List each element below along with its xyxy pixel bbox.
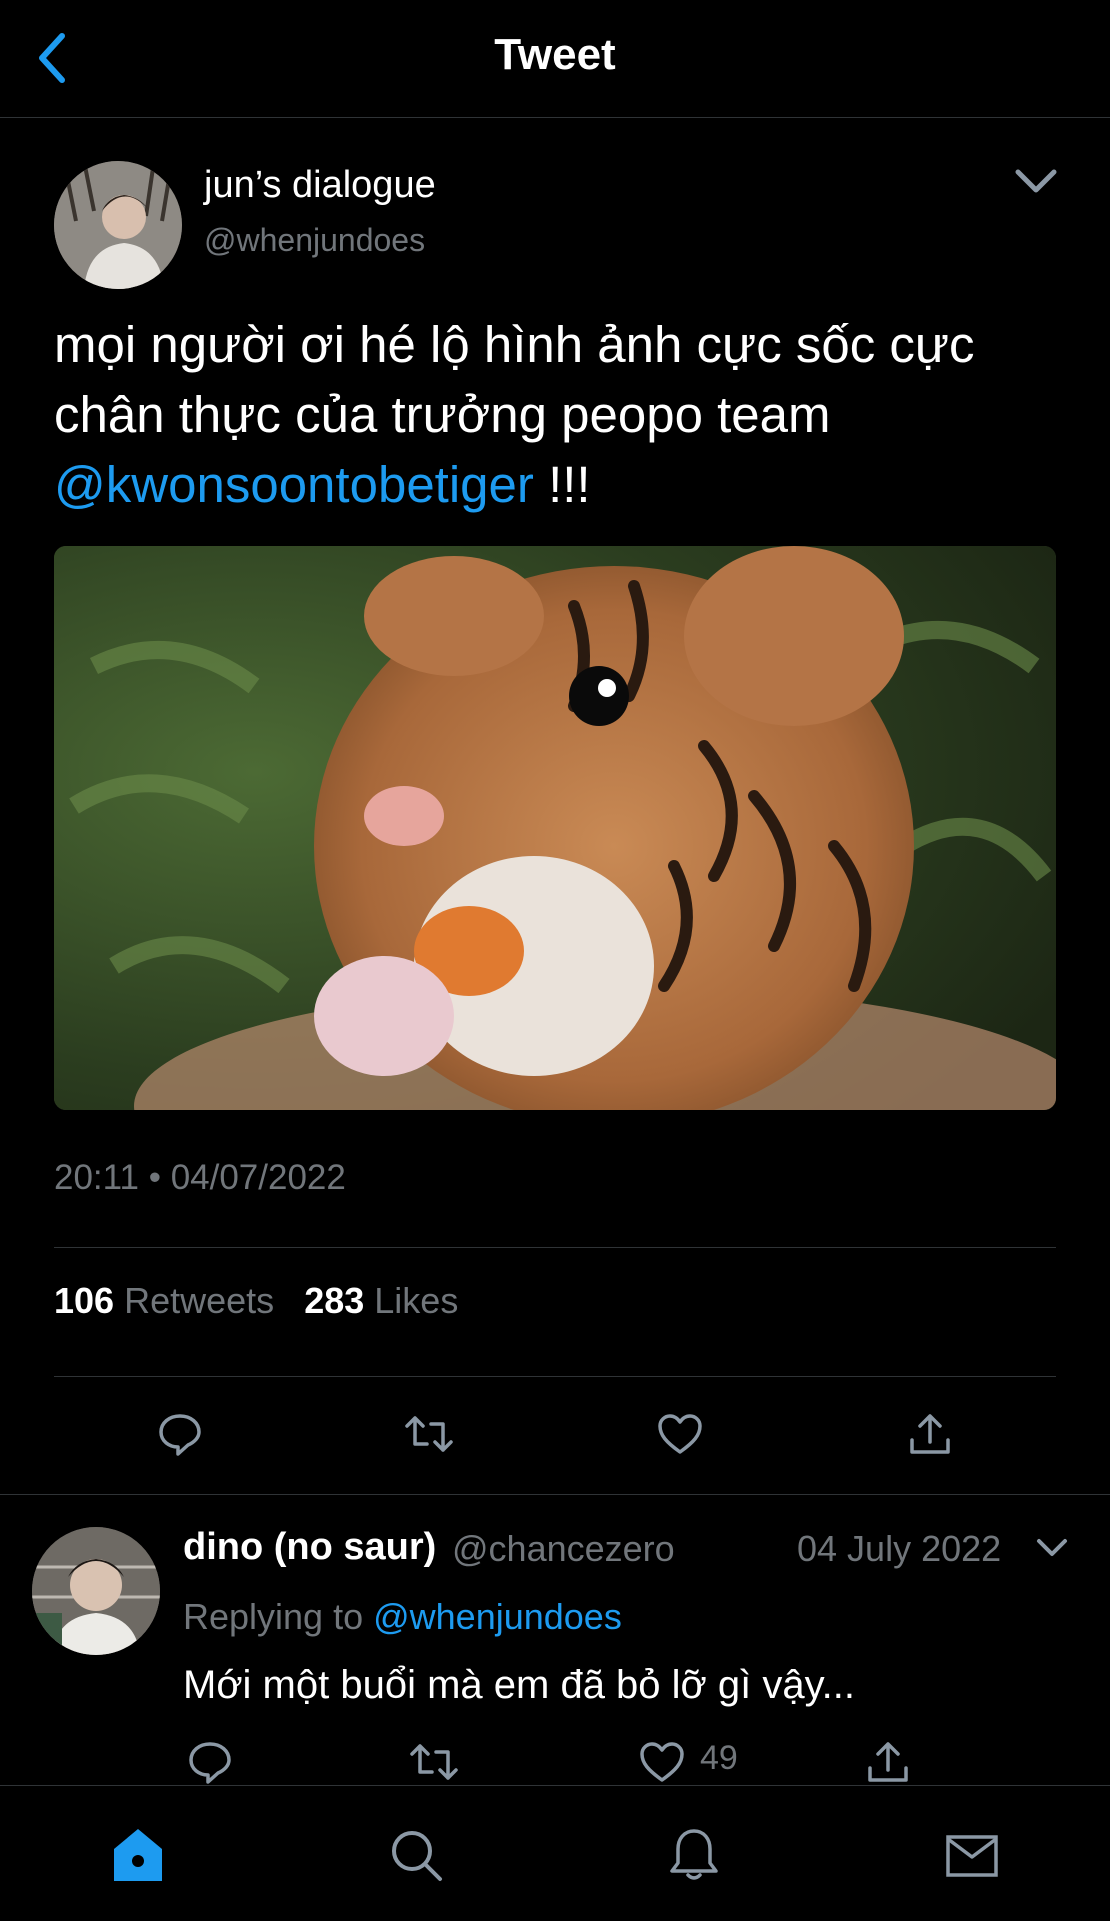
- replying-to: Replying to @whenjundoes: [183, 1596, 622, 1638]
- retweets-stat[interactable]: 106 Retweets: [54, 1280, 274, 1321]
- share-button[interactable]: [900, 1404, 960, 1464]
- reply-date[interactable]: 04 July 2022: [797, 1528, 1001, 1570]
- reply-like-count: 49: [700, 1739, 738, 1777]
- reply-author-name[interactable]: dino (no saur): [183, 1526, 436, 1569]
- like-icon: [658, 1414, 702, 1454]
- tweet-timestamp[interactable]: 20:11 • 04/07/2022: [54, 1158, 346, 1198]
- tweet-stats: 106 Retweets 283 Likes: [54, 1280, 458, 1322]
- tweet-options-button[interactable]: [1010, 160, 1062, 200]
- tweet-image[interactable]: [54, 546, 1056, 1110]
- share-icon: [868, 1742, 908, 1782]
- reply-text: Mới một buổi mà em đã bỏ lỡ gì vậy...: [183, 1663, 855, 1707]
- like-label: Likes: [374, 1280, 459, 1321]
- chevron-down-icon: [1037, 1539, 1067, 1556]
- tab-search[interactable]: [376, 1815, 456, 1895]
- tab-notifications[interactable]: [654, 1815, 734, 1895]
- chevron-down-icon: [1015, 169, 1057, 193]
- search-icon: [392, 1831, 442, 1881]
- reply-like-button[interactable]: [632, 1732, 692, 1792]
- tab-messages[interactable]: [932, 1815, 1012, 1895]
- retweet-button[interactable]: [399, 1404, 459, 1464]
- retweet-icon: [405, 1416, 453, 1452]
- reply-author-avatar[interactable]: [32, 1527, 160, 1655]
- replying-to-prefix: Replying to: [183, 1596, 374, 1637]
- tweet-text-body: mọi người ơi hé lộ hình ảnh cực sốc cực …: [54, 316, 975, 443]
- section-divider: [0, 1494, 1110, 1495]
- like-count: 283: [304, 1280, 365, 1321]
- like-button[interactable]: [650, 1404, 710, 1464]
- reply-button[interactable]: [150, 1404, 210, 1464]
- retweet-label: Retweets: [124, 1280, 275, 1321]
- reply-options-button[interactable]: [1034, 1530, 1070, 1566]
- like-icon: [640, 1742, 684, 1782]
- mention-link[interactable]: @kwonsoontobetiger: [54, 456, 534, 513]
- reply-retweet-button[interactable]: [404, 1732, 464, 1792]
- retweet-icon: [410, 1744, 458, 1780]
- messages-icon: [946, 1835, 998, 1877]
- author-avatar[interactable]: [54, 161, 182, 289]
- retweet-count: 106: [54, 1280, 115, 1321]
- tab-home[interactable]: [98, 1815, 178, 1895]
- page-title: Tweet: [494, 30, 616, 79]
- reply-reply-button[interactable]: [180, 1732, 240, 1792]
- author-handle[interactable]: @whenjundoes: [204, 222, 425, 259]
- author-name[interactable]: jun’s dialogue: [204, 164, 436, 207]
- reply-share-button[interactable]: [858, 1732, 918, 1792]
- top-bar: Tweet: [0, 0, 1110, 118]
- divider: [54, 1247, 1056, 1248]
- tweet-text: mọi người ơi hé lộ hình ảnh cực sốc cực …: [54, 310, 1064, 520]
- home-icon: [114, 1829, 162, 1881]
- tweet-text-suffix: !!!: [533, 456, 591, 513]
- reply-icon: [159, 1414, 201, 1456]
- share-icon: [910, 1414, 950, 1454]
- likes-stat[interactable]: 283 Likes: [304, 1280, 458, 1321]
- notifications-icon: [670, 1829, 718, 1880]
- reply-icon: [189, 1742, 231, 1784]
- divider: [54, 1376, 1056, 1377]
- replying-to-handle[interactable]: @whenjundoes: [373, 1596, 622, 1637]
- reply-author-handle[interactable]: @chancezero: [452, 1528, 675, 1570]
